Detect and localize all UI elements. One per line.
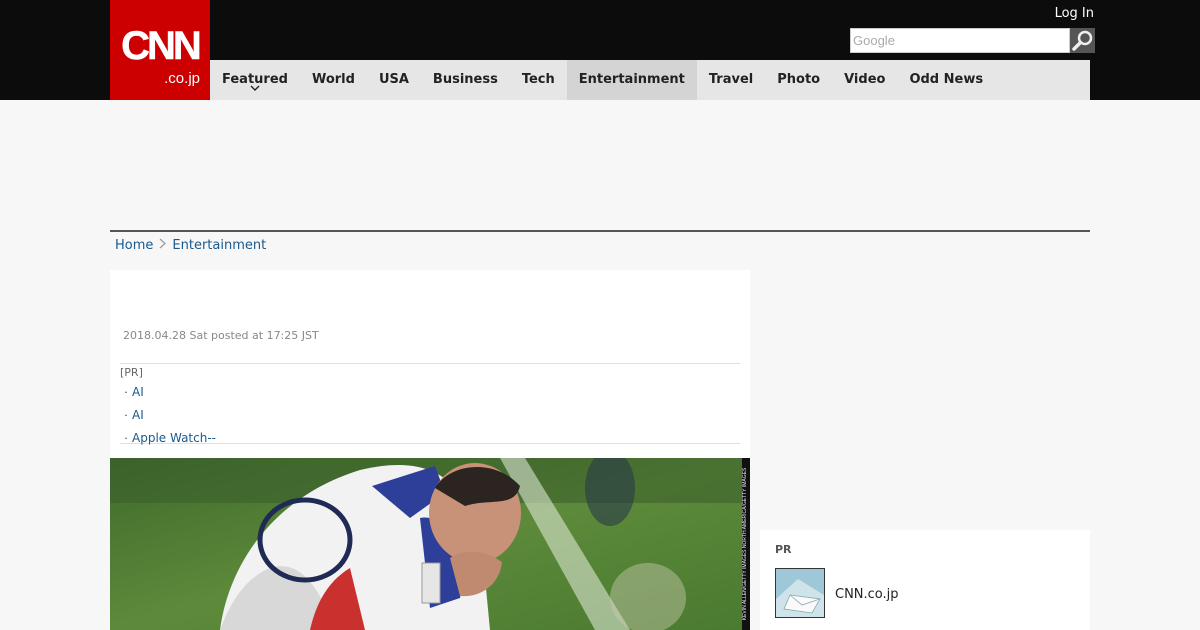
nav-item-entertainment[interactable]: Entertainment [566,60,697,100]
cnn-logo[interactable]: CNN .co.jp [110,0,210,100]
nav-item-label: World [311,72,355,87]
breadcrumb: Home Entertainment [115,238,266,253]
main-nav: Featured World USA Business Tech Entertainmen… [210,60,1090,100]
bullet-icon: · [124,386,128,399]
nav-item-odd-news[interactable]: Odd News [897,60,995,100]
nav-item-label: Odd News [909,72,984,87]
post-timestamp: 2018.04.28 Sat posted at 17:25 JST [123,329,319,342]
photo-credit: KEVIN ALLEN/GETTY IMAGES NORTH AMERICA/G… [742,467,748,620]
nav-item-travel[interactable]: Travel [697,60,765,100]
soccer-player-photo: KEVIN ALLEN/GETTY IMAGES NORTH AMERICA/G… [110,458,750,630]
nav-item-label: Tech [521,72,555,87]
nav-item-tech[interactable]: Tech [510,60,567,100]
chevron-down-icon [210,84,300,94]
nav-item-label: Photo [777,72,821,87]
envelope-icon [776,569,824,617]
search-input[interactable] [850,28,1070,53]
pr-link[interactable]: AI [132,404,144,427]
pr-link-list: · AI · AI · Apple Watch-- [120,381,216,450]
nav-item-label: Travel [708,72,754,87]
sidebar-link[interactable]: CNN.co.jp [835,587,899,602]
logo-domain: .co.jp [164,70,200,87]
nav-item-label: Entertainment [578,72,685,87]
breadcrumb-entertainment[interactable]: Entertainment [172,238,266,253]
chevron-right-icon [159,238,167,253]
nav-item-label: Video [844,72,886,87]
article-photo: KEVIN ALLEN/GETTY IMAGES NORTH AMERICA/G… [110,458,750,630]
section-divider [110,230,1090,232]
pr-link[interactable]: Apple Watch-- [132,427,216,450]
nav-item-label: Business [432,72,498,87]
bullet-icon: · [124,432,128,445]
sidebar-pr-label: PR [775,543,792,556]
sidebar-pr-box: PR CNN.co.jp [760,530,1090,630]
login-link[interactable]: Log In [1055,6,1094,21]
nav-item-featured[interactable]: Featured [210,60,300,100]
pr-list-item: · AI [120,404,216,427]
top-bar: CNN .co.jp Log In Featured World USA Busine… [0,0,1200,100]
magnifier-icon [1072,30,1093,51]
nav-item-label: USA [378,72,409,87]
nav-item-usa[interactable]: USA [367,60,421,100]
nav-item-video[interactable]: Video [832,60,897,100]
breadcrumb-home[interactable]: Home [115,238,153,253]
logo-text: CNN [121,24,202,69]
pr-label: [PR] [120,366,143,379]
bullet-icon: · [124,409,128,422]
sidebar-thumbnail[interactable] [775,568,825,618]
pr-list-item: · AI [120,381,216,404]
nav-item-photo[interactable]: Photo [765,60,832,100]
pr-list-item: · Apple Watch-- [120,427,216,450]
pr-links-box: [PR] · AI · AI · Apple Watch-- [120,363,740,445]
article-card: 2018.04.28 Sat posted at 17:25 JST [PR] … [110,270,750,630]
pr-link[interactable]: AI [132,381,144,404]
nav-item-world[interactable]: World [300,60,367,100]
nav-item-business[interactable]: Business [421,60,510,100]
search-button[interactable] [1070,28,1095,53]
